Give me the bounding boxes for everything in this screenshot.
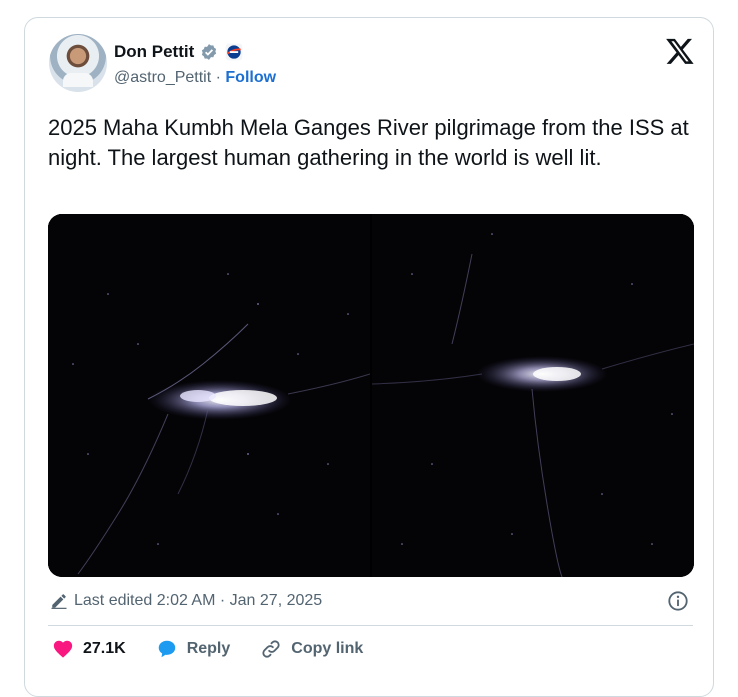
author-handle-row: @astro_Pettit · Follow bbox=[114, 69, 276, 87]
divider bbox=[48, 625, 693, 626]
link-icon bbox=[262, 640, 280, 658]
reply-bubble-icon bbox=[158, 640, 175, 658]
author-name[interactable]: Don Pettit bbox=[114, 42, 194, 62]
x-logo-icon[interactable] bbox=[665, 36, 695, 66]
info-icon[interactable] bbox=[667, 590, 689, 612]
like-count: 27.1K bbox=[83, 640, 126, 657]
tweet-text: 2025 Maha Kumbh Mela Ganges River pilgri… bbox=[48, 115, 689, 170]
night-city-lights-image bbox=[48, 214, 370, 577]
edited-label: Last edited 2:02 AM · Jan 27, 2025 bbox=[74, 592, 323, 609]
edited-timestamp[interactable]: Last edited 2:02 AM · Jan 27, 2025 bbox=[50, 592, 322, 610]
heart-icon bbox=[53, 640, 73, 658]
handle-separator: · bbox=[215, 69, 221, 86]
author-handle[interactable]: @astro_Pettit bbox=[114, 69, 211, 86]
night-city-lights-image bbox=[372, 214, 694, 577]
avatar[interactable] bbox=[49, 34, 107, 92]
reply-button[interactable]: Reply bbox=[156, 638, 231, 660]
copy-link-label: Copy link bbox=[291, 640, 364, 657]
follow-link[interactable]: Follow bbox=[225, 69, 276, 86]
media-grid bbox=[48, 214, 694, 577]
pencil-icon bbox=[51, 594, 67, 609]
verified-badge-icon bbox=[202, 44, 217, 60]
copy-link-button[interactable]: Copy link bbox=[260, 638, 363, 660]
nasa-logo-icon bbox=[225, 43, 243, 61]
photo-left[interactable] bbox=[48, 214, 370, 577]
photo-right[interactable] bbox=[372, 214, 694, 577]
author-name-row: Don Pettit bbox=[114, 42, 244, 62]
reply-label: Reply bbox=[186, 640, 231, 657]
like-button[interactable]: 27.1K bbox=[52, 638, 126, 660]
action-bar: 27.1K Reply Copy link bbox=[52, 638, 393, 660]
tweet-card: Don Pettit @astro_Pettit · Follow 2025 M… bbox=[24, 17, 714, 697]
